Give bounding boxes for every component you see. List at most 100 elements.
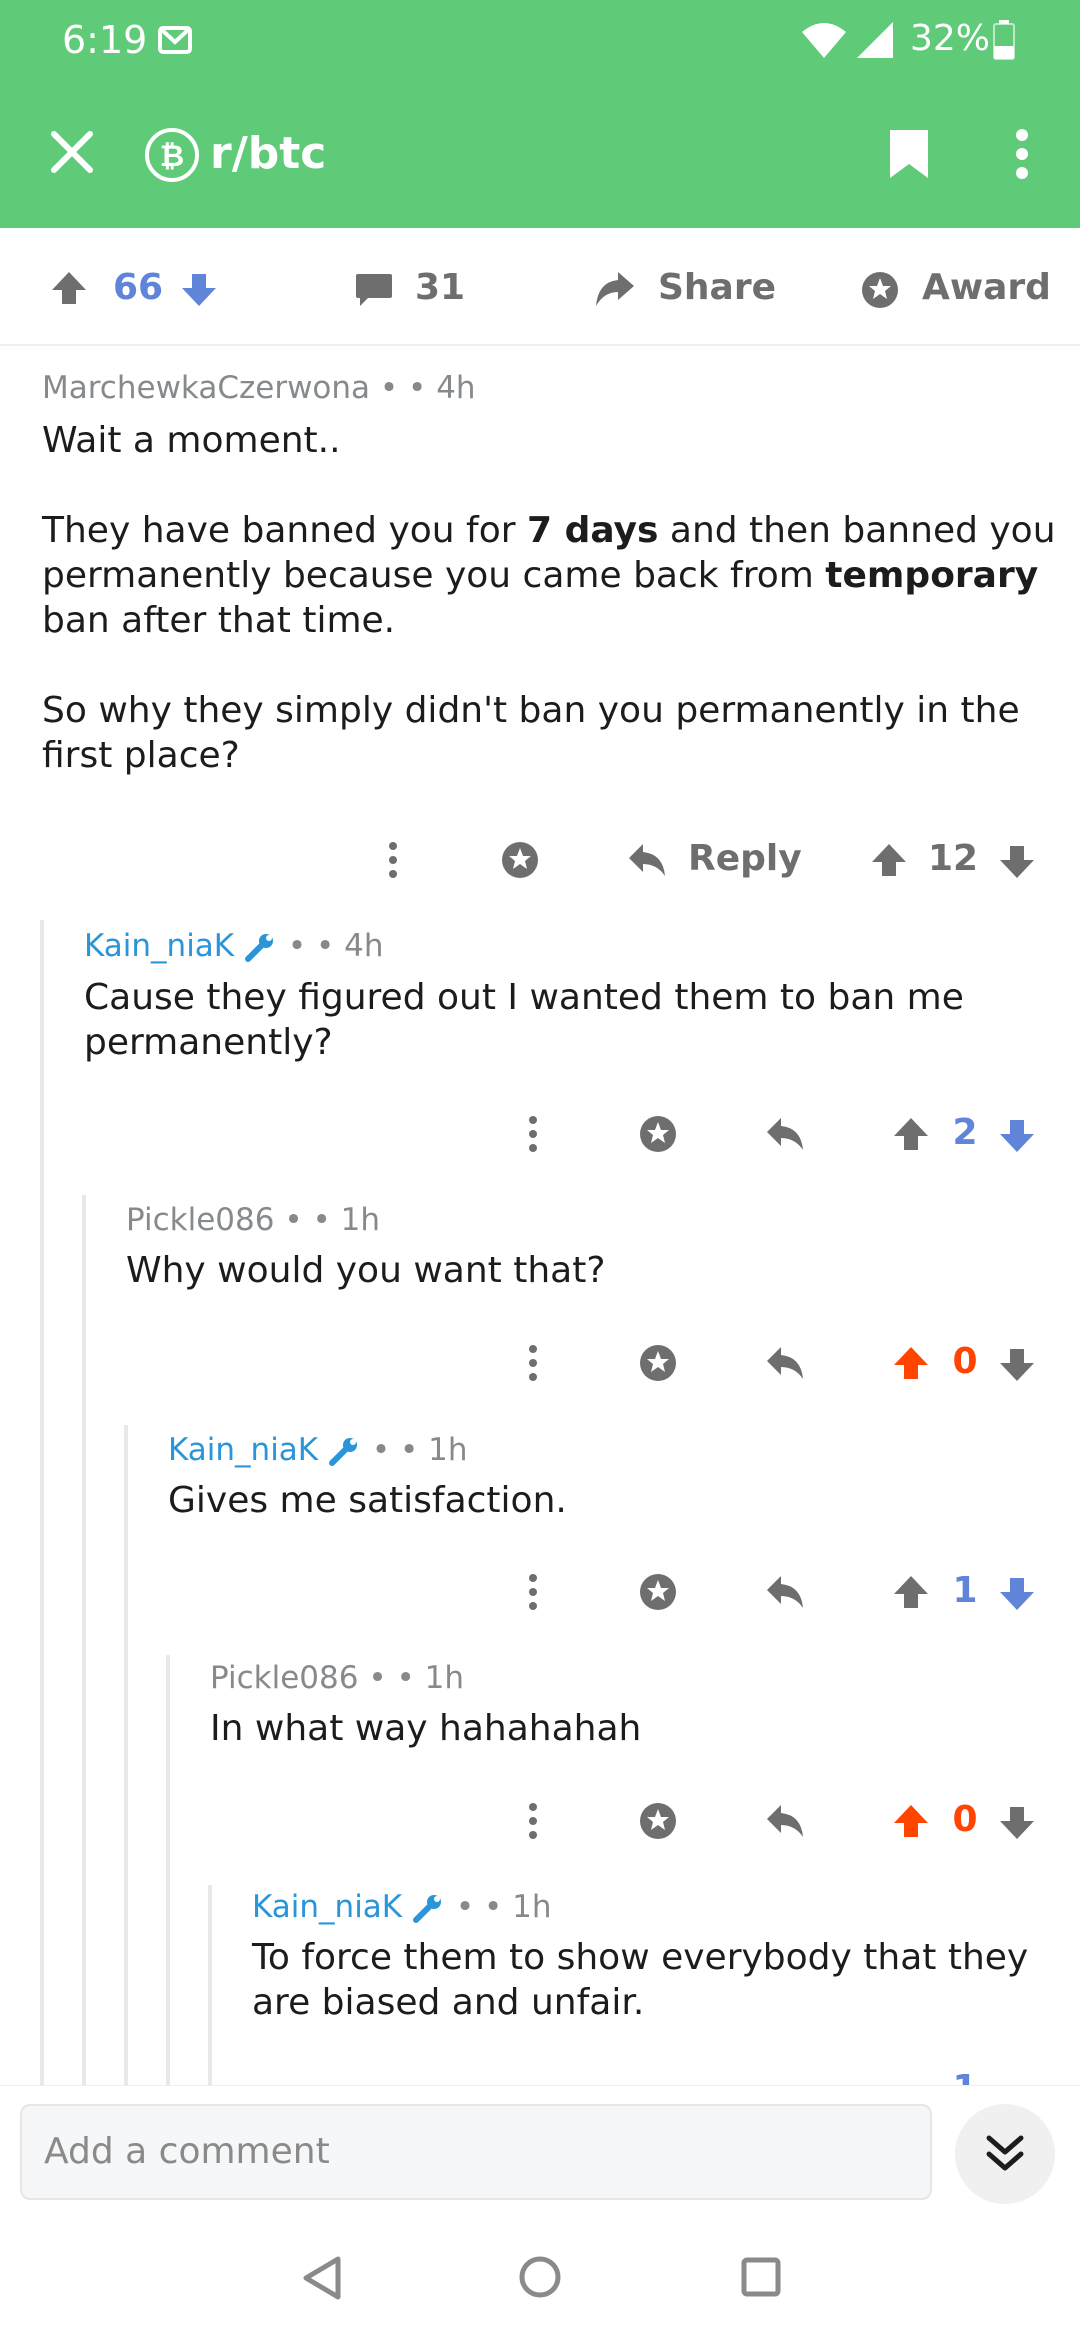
comment-more-icon[interactable] — [386, 840, 400, 880]
comment-separator: • • — [287, 928, 335, 964]
comment-score: 12 — [928, 838, 979, 879]
home-icon[interactable] — [518, 2255, 562, 2299]
reply-icon[interactable] — [765, 1574, 805, 1610]
comment-text: Wait a moment.. — [42, 420, 341, 461]
comment-more-icon[interactable] — [526, 1801, 540, 1841]
bookmark-icon[interactable] — [888, 128, 930, 180]
gmail-icon — [158, 26, 192, 54]
comment-body: Why would you want that? — [126, 1250, 606, 1291]
subreddit-title[interactable]: r/btc — [210, 128, 326, 179]
comment-body: To force them to show everybody that the… — [252, 1937, 1029, 2023]
upvote-icon[interactable] — [892, 1116, 930, 1152]
comment-age: 4h — [436, 370, 476, 406]
add-comment-input[interactable]: Add a comment — [20, 2104, 932, 2200]
thread-line — [124, 1425, 128, 2085]
status-time: 6:19 — [62, 18, 148, 62]
battery-percent: 32% — [910, 18, 991, 59]
upvote-icon[interactable] — [50, 270, 88, 306]
comment-count[interactable]: 31 — [415, 228, 465, 346]
comment-more-icon[interactable] — [526, 1343, 540, 1383]
comment-more-icon[interactable] — [526, 1572, 540, 1612]
double-chevron-down-icon — [986, 2135, 1024, 2171]
comment-age: 1h — [428, 1432, 468, 1468]
more-options-icon[interactable] — [1014, 128, 1030, 180]
award-icon[interactable] — [638, 1572, 678, 1612]
downvote-icon[interactable] — [998, 1118, 1036, 1154]
comment-body: Wait a moment.. They have banned you for… — [42, 418, 1062, 778]
mod-wrench-icon — [413, 1894, 441, 1923]
award-icon[interactable] — [860, 270, 900, 310]
comment-author[interactable]: Kain_niaK — [252, 1889, 402, 1925]
comment-composer: Add a comment — [0, 2085, 1080, 2215]
comment-more-icon[interactable] — [526, 1114, 540, 1154]
comment-bold-text: 7 days — [527, 510, 659, 551]
comment-separator: • • — [284, 1202, 331, 1238]
share-icon[interactable] — [594, 270, 636, 308]
reply-icon[interactable] — [627, 842, 667, 878]
comment-separator: • • — [371, 1432, 419, 1468]
comment-score: 1 — [952, 1570, 978, 1611]
downvote-icon[interactable] — [998, 1576, 1036, 1612]
comment-meta: Kain_niaK • • 1h — [168, 1432, 468, 1468]
comment-meta: Kain_niaK • • 1h — [252, 1889, 552, 1925]
signal-icon — [857, 22, 893, 58]
upvote-icon[interactable] — [892, 1345, 930, 1381]
comment-score: 0 — [952, 1799, 978, 1840]
upvote-icon[interactable] — [870, 842, 908, 878]
award-icon[interactable] — [500, 840, 540, 880]
reply-icon[interactable] — [765, 1803, 805, 1839]
comment-separator: • • — [368, 1660, 415, 1696]
comment-separator: • • — [379, 370, 427, 406]
thread-line — [82, 1195, 86, 2085]
downvote-icon[interactable] — [998, 1347, 1036, 1383]
comment-separator: • • — [455, 1889, 503, 1925]
post-score: 66 — [113, 266, 164, 308]
upvote-icon[interactable] — [892, 1803, 930, 1839]
comment-score: 2 — [952, 1112, 978, 1153]
downvote-icon[interactable] — [998, 1805, 1036, 1841]
reply-icon[interactable] — [765, 1345, 805, 1381]
comment-age: 1h — [424, 1660, 465, 1696]
comment-text: ban after that time. — [42, 600, 396, 641]
comment-text: They have banned you for — [42, 510, 527, 551]
comment-age: 1h — [340, 1202, 381, 1238]
comment-meta: Pickle086 • • 1h — [210, 1660, 464, 1696]
app-root: 6:19 32% ₿ r/btc 66 31 Share Award March… — [0, 0, 1080, 2340]
app-header: 6:19 32% ₿ r/btc — [0, 0, 1080, 228]
thread-line — [40, 920, 44, 2085]
comment-author[interactable]: Kain_niaK — [168, 1432, 318, 1468]
comment-body: Cause they figured out I wanted them to … — [84, 977, 964, 1063]
comment-bold-text: temporary — [825, 555, 1039, 596]
comment-icon[interactable] — [354, 272, 394, 308]
comment-author[interactable]: MarchewkaCzerwona — [42, 370, 370, 406]
back-icon[interactable] — [300, 2255, 342, 2301]
comment-meta: Pickle086 • • 1h — [126, 1202, 380, 1238]
mod-wrench-icon — [329, 1437, 357, 1466]
share-button[interactable]: Share — [658, 228, 776, 346]
mod-wrench-icon — [245, 933, 273, 962]
comment-meta: Kain_niaK • • 4h — [84, 928, 384, 964]
thread-line — [166, 1655, 170, 2085]
comment-score: 0 — [952, 1341, 978, 1382]
upvote-icon[interactable] — [892, 1574, 930, 1610]
comment-author[interactable]: Kain_niaK — [84, 928, 234, 964]
award-icon[interactable] — [638, 1343, 678, 1383]
collapse-button[interactable] — [955, 2104, 1055, 2204]
downvote-icon[interactable] — [998, 844, 1036, 880]
reply-button[interactable]: Reply — [688, 838, 802, 879]
comment-author[interactable]: Pickle086 — [210, 1660, 358, 1696]
comment-text: So why they simply didn't ban you perman… — [42, 690, 1020, 776]
downvote-icon[interactable] — [180, 272, 218, 308]
recents-icon[interactable] — [741, 2257, 781, 2297]
award-button[interactable]: Award — [922, 228, 1051, 346]
wifi-icon — [802, 23, 846, 58]
reply-icon[interactable] — [765, 1116, 805, 1152]
battery-icon — [993, 20, 1015, 60]
award-icon[interactable] — [638, 1114, 678, 1154]
close-icon[interactable] — [50, 130, 94, 174]
award-icon[interactable] — [638, 1801, 678, 1841]
subreddit-icon[interactable]: ₿ — [144, 127, 200, 183]
comment-author[interactable]: Pickle086 — [126, 1202, 274, 1238]
thread-line — [208, 1885, 212, 2085]
comment-age: 1h — [512, 1889, 552, 1925]
